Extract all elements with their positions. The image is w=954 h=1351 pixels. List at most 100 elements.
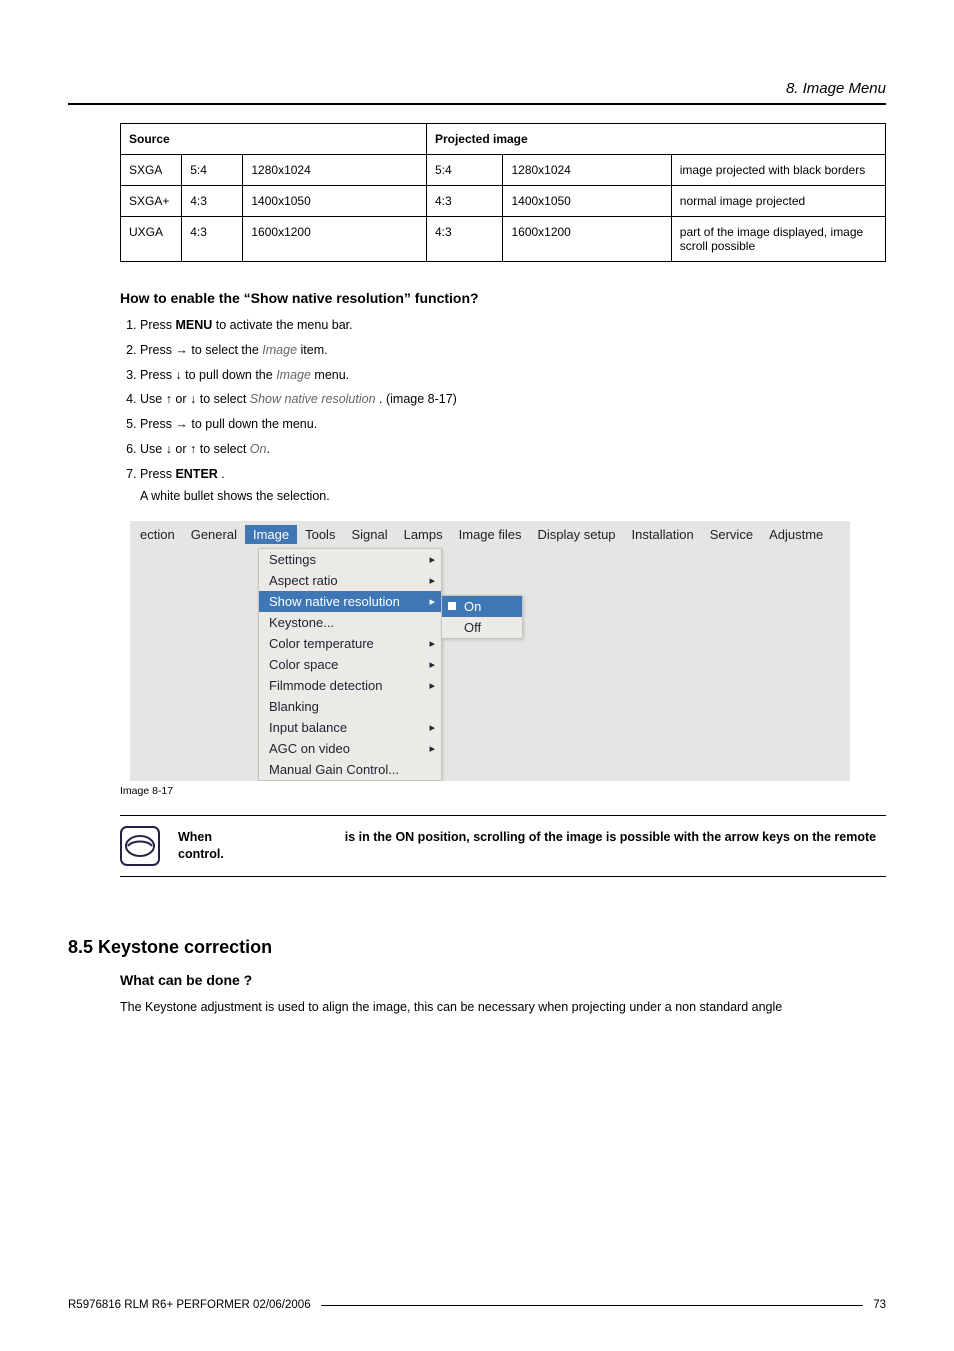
page-footer: R5976816 RLM R6+ PERFORMER 02/06/2006 73 [68,1299,886,1311]
pre: Press [140,318,175,332]
chevron-right-icon: ▸ [429,658,435,671]
step: Press MENU to activate the menu bar. [140,316,886,335]
ital: Image [262,343,297,357]
steps-list: Press MENU to activate the menu bar. Pre… [120,316,886,483]
step: Use ↓ or ↑ to select On. [140,440,886,459]
pre: Press → to select the [140,343,262,357]
post: item. [297,343,328,357]
menubar-item-active: Image [245,525,297,544]
pre: Use ↓ or ↑ to select [140,442,250,456]
cell: 4:3 [182,186,243,217]
pre: Use ↑ or ↓ to select [140,392,250,406]
chevron-right-icon: ▸ [429,742,435,755]
cell: 1280x1024 [243,155,427,186]
cell: SXGA [121,155,182,186]
cell: 1400x1050 [243,186,427,217]
submenu-item: Manual Gain Control... [259,759,441,780]
flyout-item: Off [442,617,522,638]
submenu-item: Settings▸ [259,549,441,570]
submenu-item: Color space ▸ [259,654,441,675]
bullet-icon [448,602,456,610]
after-steps-note: A white bullet shows the selection. [140,489,886,503]
resolution-table: Source Projected image SXGA 5:4 1280x102… [120,123,886,262]
step: Press → to pull down the menu. [140,415,886,434]
footer-page-number: 73 [873,1299,886,1311]
label: Blanking [269,699,319,714]
submenu-item: Blanking [259,696,441,717]
post: . (image 8-17) [376,392,457,406]
note-text: When Show native resolution is in the ON… [178,829,886,864]
menubar: ection General Image Tools Signal Lamps … [130,521,850,548]
chevron-right-icon: ▸ [429,721,435,734]
menubar-item: Installation [624,525,702,544]
cell: 4:3 [426,217,503,262]
pre: Press ↓ to pull down the [140,368,276,382]
image-submenu: Settings▸ Aspect ratio▸ Show native reso… [258,548,442,781]
chevron-right-icon: ▸ [429,595,435,608]
pre: Press → to pull down the menu. [140,417,317,431]
step: Press → to select the Image item. [140,341,886,360]
menubar-item: Image files [451,525,530,544]
menubar-item: General [183,525,245,544]
flyout-item-selected: On [442,596,522,617]
step: Press ↓ to pull down the Image menu. [140,366,886,385]
menu-screenshot: ection General Image Tools Signal Lamps … [130,521,850,781]
submenu-item: Keystone... [259,612,441,633]
howto-heading: How to enable the “Show native resolutio… [120,290,886,306]
chapter-header: 8. Image Menu [68,80,886,97]
footer-rule [321,1305,864,1306]
cell: 4:3 [426,186,503,217]
chevron-right-icon: ▸ [429,679,435,692]
section-8-5-heading: 8.5 Keystone correction [68,937,886,958]
cell: 5:4 [182,155,243,186]
footer-left: R5976816 RLM R6+ PERFORMER 02/06/2006 [68,1299,311,1311]
menubar-item: Lamps [396,525,451,544]
th-source: Source [121,124,427,155]
label: Off [464,620,481,635]
note-post: is in the ON position, scrolling of the … [178,830,876,862]
cell: 1400x1050 [503,186,671,217]
ital: Image [276,368,311,382]
submenu-item-selected: Show native resolution▸ [259,591,441,612]
chevron-right-icon: ▸ [429,553,435,566]
menubar-item: Service [702,525,761,544]
submenu-item: Input balance▸ [259,717,441,738]
cell: 1600x1200 [243,217,427,262]
header-rule [68,103,886,105]
label: Manual Gain Control... [269,762,399,777]
post: to activate the menu bar. [212,318,352,332]
section-8-5-body: The Keystone adjustment is used to align… [120,998,886,1017]
label: Aspect ratio [269,573,338,588]
step: Press ENTER . [140,465,886,484]
table-row: SXGA+ 4:3 1400x1050 4:3 1400x1050 normal… [121,186,886,217]
section-8-5-sub: What can be done ? [120,972,886,988]
submenu-item: Color temperature▸ [259,633,441,654]
menubar-item: Signal [343,525,395,544]
post: . [266,442,269,456]
table-row: UXGA 4:3 1600x1200 4:3 1600x1200 part of… [121,217,886,262]
menubar-item: Display setup [530,525,624,544]
pre: Press [140,467,175,481]
submenu-item: Filmmode detection▸ [259,675,441,696]
image-caption: Image 8-17 [120,785,886,797]
cell: part of the image displayed, image scrol… [671,217,885,262]
label: AGC on video [269,741,350,756]
post: . [218,467,225,481]
cell: UXGA [121,217,182,262]
ital: Show native resolution [250,392,376,406]
cell: normal image projected [671,186,885,217]
menubar-item: Adjustme [761,525,831,544]
menubar-item: Tools [297,525,343,544]
label: Keystone... [269,615,334,630]
step: Use ↑ or ↓ to select Show native resolut… [140,390,886,409]
cell: 1600x1200 [503,217,671,262]
label: Color space [269,657,338,672]
flyout-menu: On Off [441,595,523,639]
submenu-item: Aspect ratio▸ [259,570,441,591]
cell: SXGA+ [121,186,182,217]
cell: image projected with black borders [671,155,885,186]
hint-icon [120,826,160,866]
cell: 1280x1024 [503,155,671,186]
ital: On [250,442,267,456]
menubar-item: ection [132,525,183,544]
